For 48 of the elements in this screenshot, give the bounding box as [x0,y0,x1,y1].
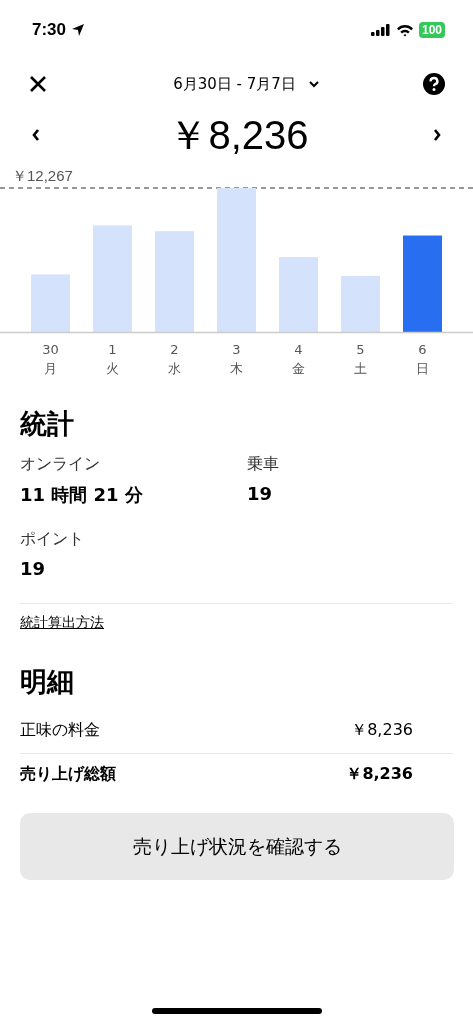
bar[interactable] [93,225,132,332]
stat-value: 11 時間 21 分 [20,483,144,507]
weekday-label: 土 [354,360,367,378]
bar[interactable] [217,188,256,332]
view-earnings-button[interactable]: 売り上げ状況を確認する [20,813,454,880]
detail-label: 正味の料金 [20,720,100,741]
weekday-label: 日 [416,360,429,378]
date-label: 2 [170,341,179,359]
total-amount: ￥8,236 [168,111,309,159]
weekday-label: 金 [292,360,305,378]
date-label: 1 [108,341,117,359]
stat-value: 19 [20,558,47,579]
section-title: 明細 [20,665,75,699]
location-arrow-icon [71,23,86,37]
date-label: 5 [356,341,365,359]
signal-icon [370,24,391,36]
date-label: 30 [42,341,59,359]
detail-value: ￥8,236 [346,764,413,785]
stat-label: オンライン [20,454,101,475]
section-title: 統計 [20,407,75,441]
wifi-icon [395,23,414,37]
max-value-label: ￥12,267 [11,166,74,186]
close-icon[interactable] [28,74,48,94]
bar[interactable] [155,231,194,332]
weekday-label: 火 [106,360,119,378]
bar[interactable] [31,274,70,332]
weekday-label: 水 [168,360,181,378]
date-label: 4 [294,341,303,359]
bar[interactable] [279,257,318,332]
chevron-down-icon[interactable] [307,80,320,88]
date-label: 6 [418,341,427,359]
weekday-label: 木 [230,360,243,378]
stat-value: 19 [247,483,274,504]
status-time: 7:30 [32,20,67,40]
stat-label: 乗車 [247,454,280,475]
date-label: 3 [232,341,241,359]
detail-value: ￥8,236 [351,720,413,741]
stat-label: ポイント [20,529,85,550]
battery-icon: 100 [418,22,445,38]
help-icon[interactable] [423,73,445,95]
detail-label: 売り上げ総額 [20,764,116,785]
date-range[interactable]: 6月30日 - 7月7日 [173,74,296,94]
bar[interactable] [403,235,442,332]
weekday-label: 月 [44,360,57,378]
bar[interactable] [341,275,380,332]
previous-icon[interactable] [31,128,41,142]
next-icon[interactable] [432,128,442,142]
stats-method-link[interactable]: 統計算出方法 [20,614,104,632]
